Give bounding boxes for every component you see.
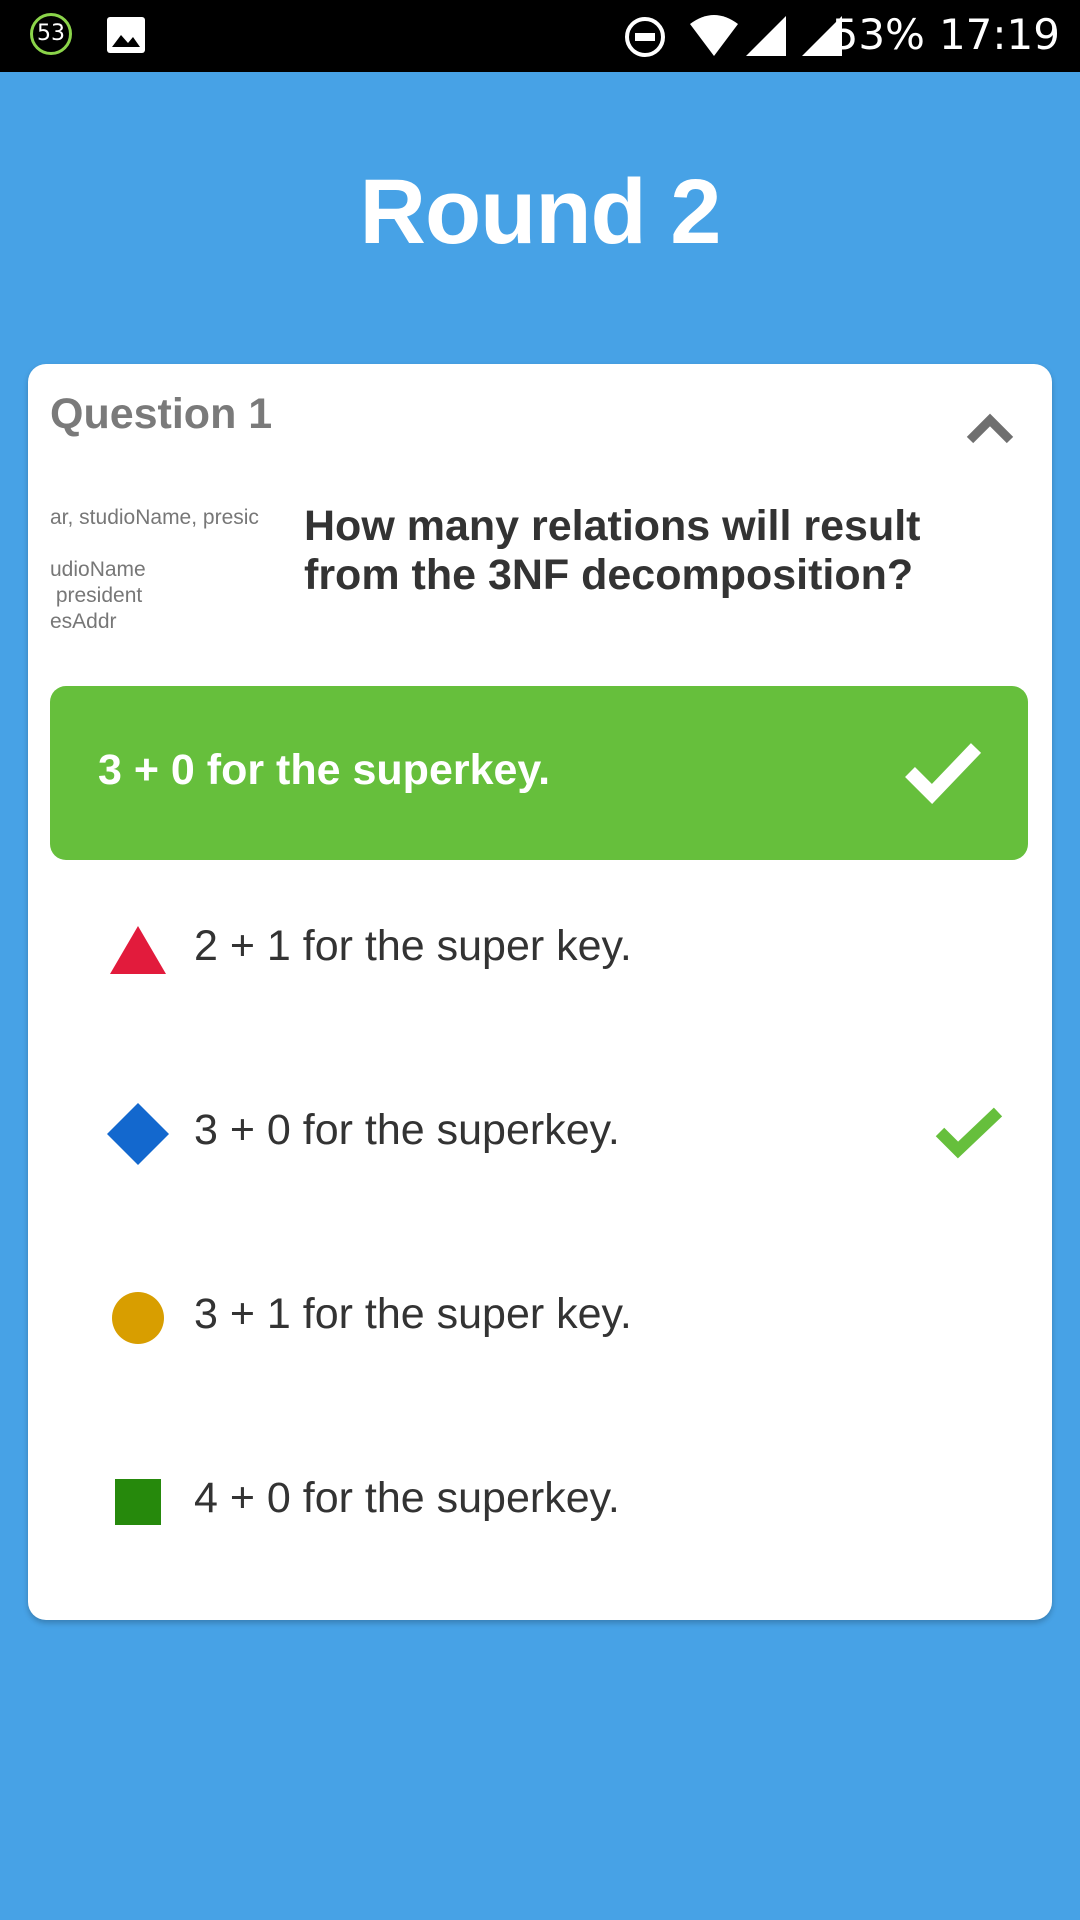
answer-text: 2 + 1 for the super key.: [194, 922, 632, 970]
question-number: Question 1: [50, 390, 273, 438]
chevron-up-icon[interactable]: [960, 400, 1020, 460]
checkmark-icon: [935, 1107, 1003, 1159]
answer-text: 3 + 0 for the superkey.: [194, 1106, 620, 1154]
answer-text: 3 + 1 for the super key.: [194, 1290, 632, 1338]
triangle-icon: [110, 926, 166, 974]
correct-answer-banner: 3 + 0 for the superkey.: [50, 686, 1028, 860]
checkmark-icon: [905, 743, 982, 804]
question-text: How many relations will result from the …: [304, 502, 921, 599]
answer-option-2[interactable]: 3 + 0 for the superkey.: [50, 1072, 1028, 1192]
thumbnail-line: ar, studioName, presic: [50, 506, 259, 529]
gallery-icon: [107, 17, 145, 53]
status-text: 53% 17:19: [832, 10, 1060, 59]
answer-text: 4 + 0 for the superkey.: [194, 1474, 620, 1522]
thumbnail-line: president: [50, 584, 143, 607]
thumbnail-line: esAddr: [50, 610, 117, 633]
answer-option-3[interactable]: 3 + 1 for the super key.: [50, 1256, 1028, 1376]
battery-level: 53%: [831, 10, 925, 59]
status-bar: 53 53% 17:19: [0, 0, 1080, 72]
notification-count-badge: 53: [30, 13, 72, 55]
round-title: Round 2: [359, 161, 722, 263]
answer-option-4[interactable]: 4 + 0 for the superkey.: [50, 1440, 1028, 1560]
thumbnail-line: udioName: [50, 558, 146, 581]
square-icon: [115, 1479, 161, 1525]
correct-answer-text: 3 + 0 for the superkey.: [98, 746, 551, 794]
circle-icon: [112, 1292, 164, 1344]
wifi-icon: [690, 15, 738, 56]
question-image: ar, studioName, presic udioName presiden…: [50, 500, 286, 660]
clock: 17:19: [938, 10, 1060, 59]
signal-strength-icon: [746, 16, 786, 56]
answer-option-1[interactable]: 2 + 1 for the super key.: [50, 888, 1028, 1008]
diamond-icon: [107, 1103, 169, 1165]
question-card: Question 1 ar, studioName, presic udioNa…: [28, 364, 1052, 1620]
do-not-disturb-icon: [625, 17, 665, 57]
